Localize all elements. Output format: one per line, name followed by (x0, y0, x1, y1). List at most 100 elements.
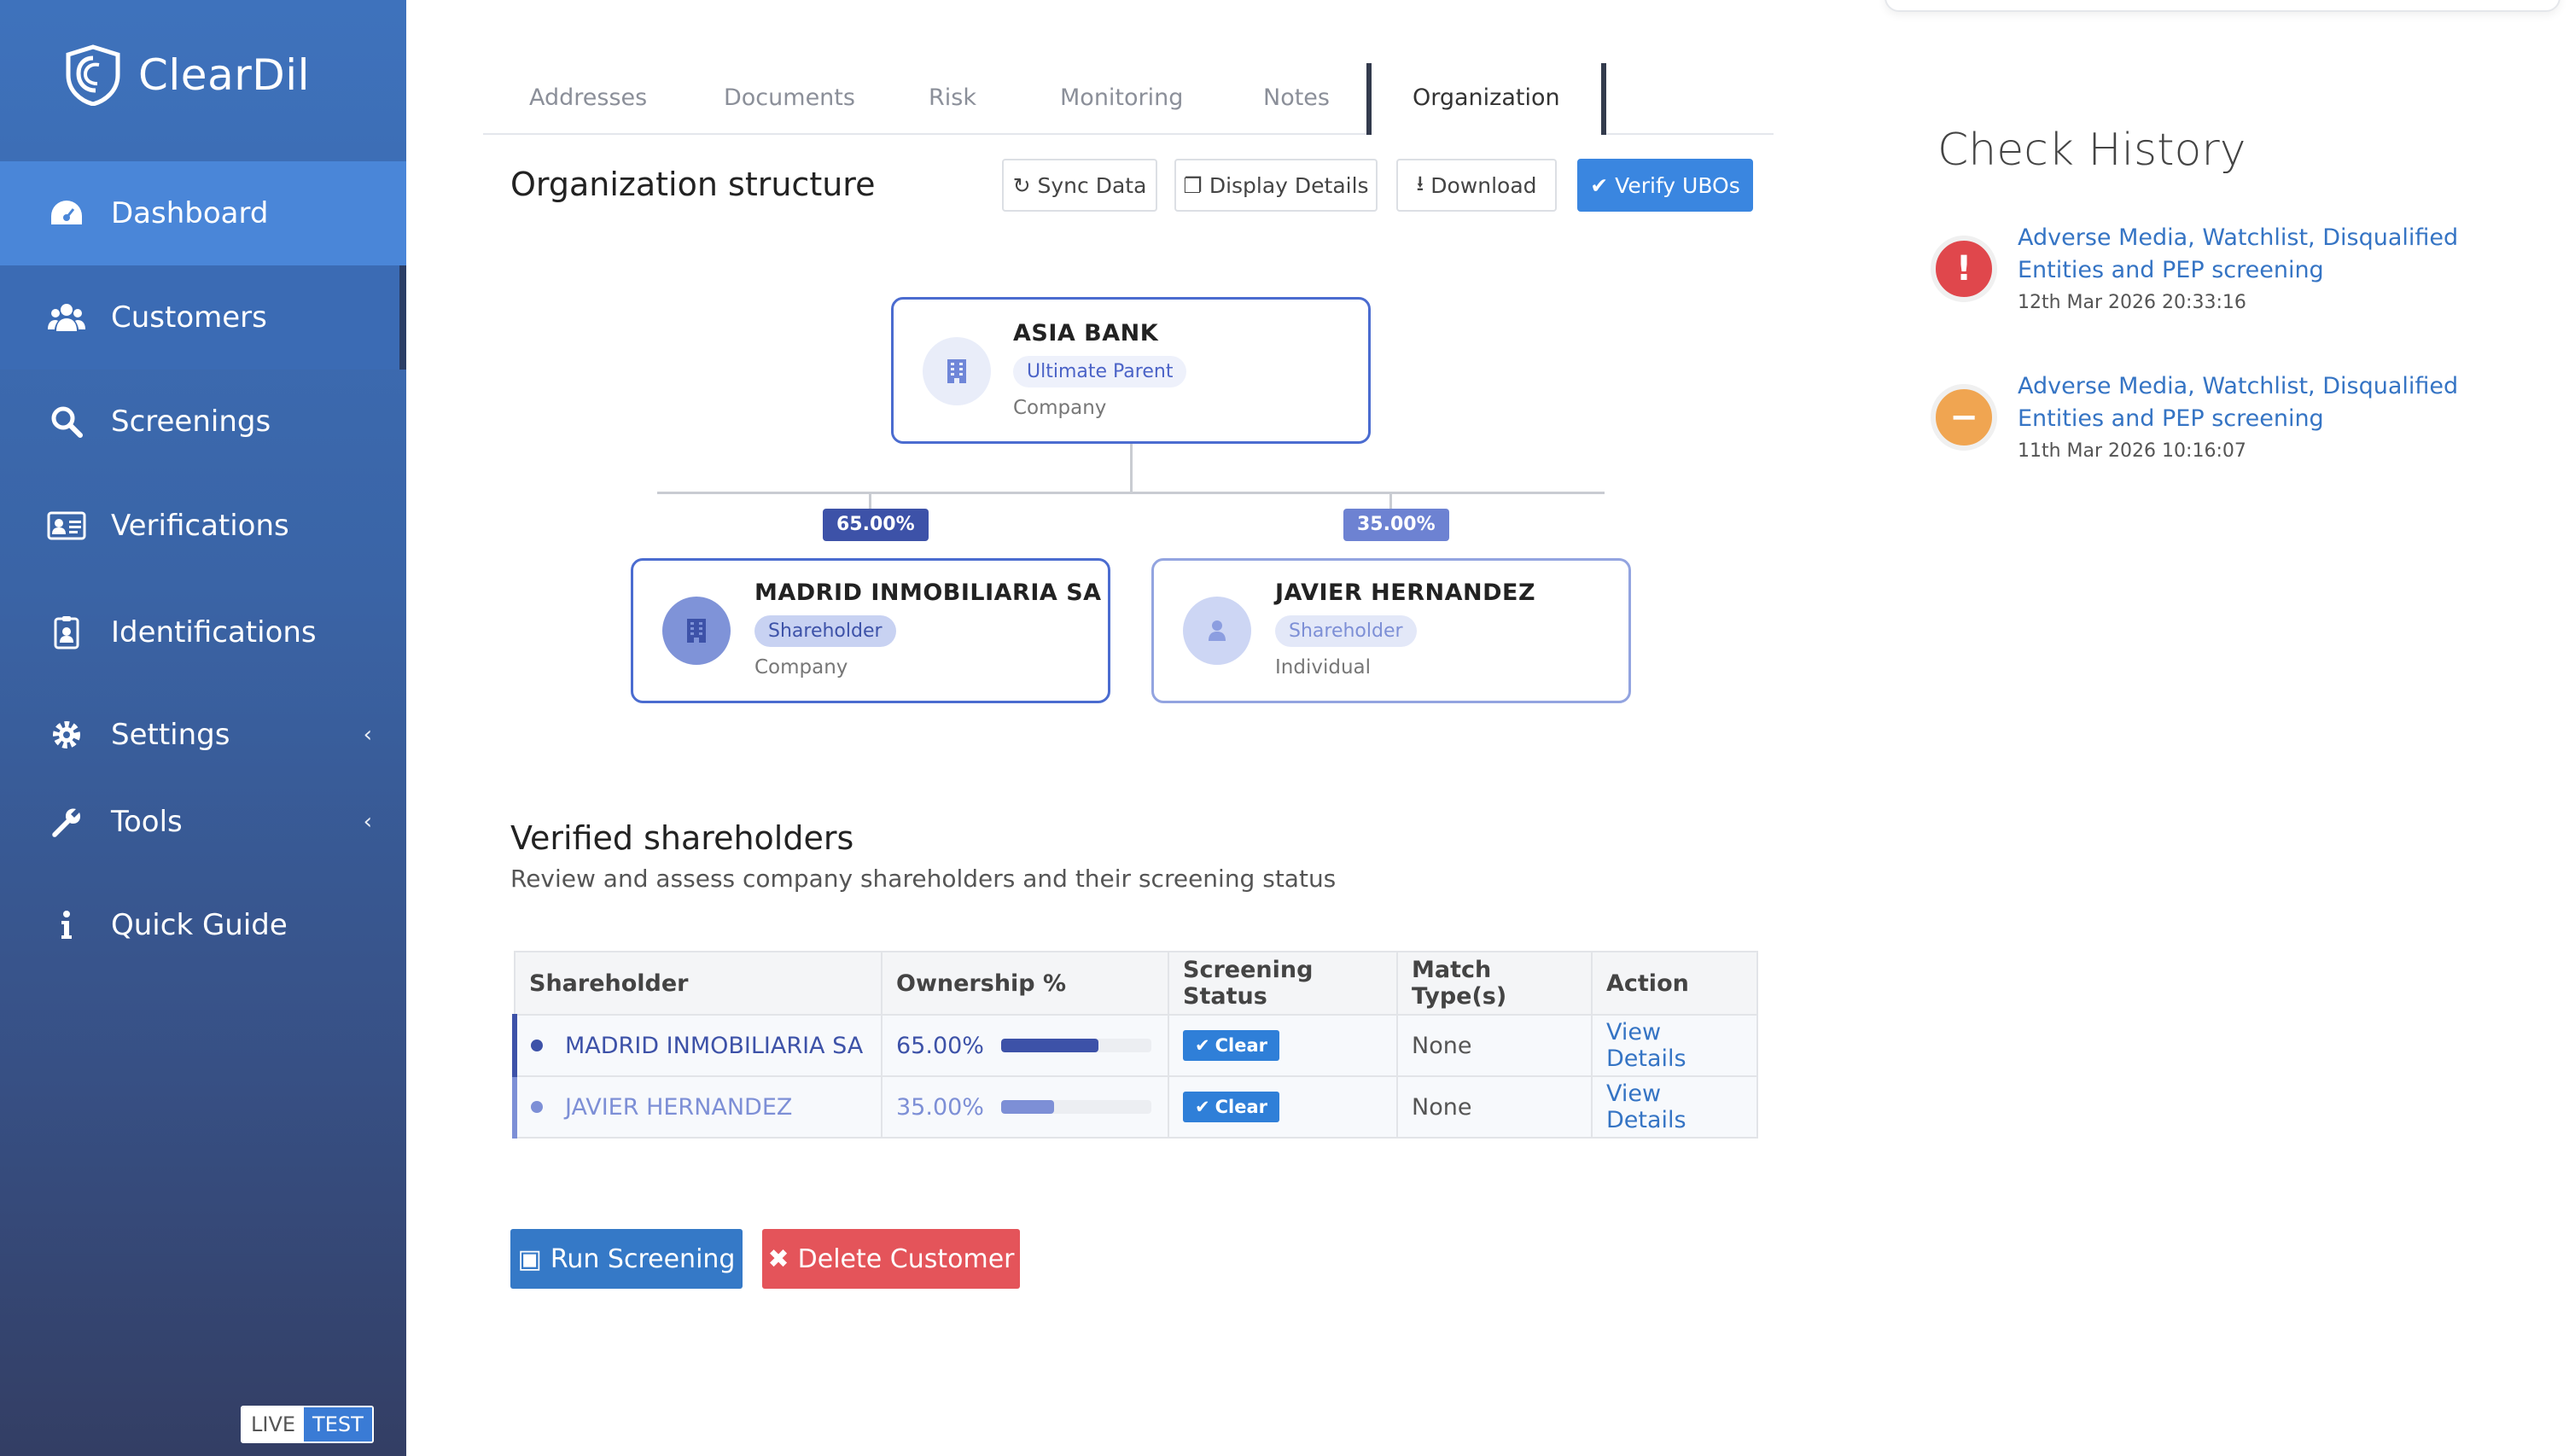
sidebar-item-label: Screenings (111, 405, 271, 439)
sidebar-item-screenings[interactable]: Screenings (0, 370, 406, 474)
alert-icon: ! (1931, 236, 1997, 302)
wrench-icon (41, 806, 92, 838)
sync-data-label: Sync Data (1037, 172, 1147, 198)
status-cell: ✔ Clear (1168, 1075, 1398, 1139)
display-details-label: Display Details (1209, 172, 1369, 198)
sidebar-item-label: Quick Guide (111, 908, 288, 942)
sidebar-item-label: Verifications (111, 509, 289, 543)
display-details-button[interactable]: ❐ Display Details (1174, 159, 1378, 212)
tab-organization[interactable]: Organization (1366, 63, 1606, 135)
refresh-icon: ↻ (1012, 172, 1031, 198)
ownership-cell: 65.00% (881, 1014, 1169, 1077)
download-label: Download (1430, 172, 1537, 198)
badge-icon (41, 615, 92, 649)
sidebar-item-label: Dashboard (111, 196, 269, 230)
building-icon (662, 597, 731, 665)
check-circle-icon: ✔ (1590, 172, 1609, 198)
download-button[interactable]: ⭳ Download (1396, 159, 1557, 212)
verify-ubos-label: Verify UBOs (1615, 172, 1740, 198)
id-card-icon (41, 511, 92, 540)
chevron-left-icon: ‹ (363, 809, 372, 835)
dashboard-icon (41, 199, 92, 228)
role-badge: Shareholder (1275, 615, 1417, 647)
series-dot (531, 1040, 543, 1051)
play-square-icon: ▣ (517, 1243, 542, 1274)
role-badge: Ultimate Parent (1013, 356, 1187, 387)
sidebar-item-customers[interactable]: Customers (0, 265, 406, 370)
sidebar-item-quick-guide[interactable]: Quick Guide (0, 873, 406, 977)
brand-logo[interactable]: ClearDil (65, 43, 310, 108)
run-screening-button[interactable]: ▣ Run Screening (510, 1229, 743, 1289)
match-type-cell: None (1396, 1075, 1593, 1139)
ownership-badge: 65.00% (823, 509, 929, 541)
view-details-link[interactable]: View Details (1606, 1019, 1686, 1072)
copy-icon: ❐ (1183, 172, 1203, 198)
customer-tabs: Addresses Documents Risk Monitoring Note… (483, 63, 1774, 135)
org-card-parent[interactable]: ASIA BANK Ultimate Parent Company (891, 297, 1371, 444)
tab-documents[interactable]: Documents (724, 63, 855, 133)
column-header: Shareholder (514, 951, 883, 1016)
ownership-badge: 35.00% (1343, 509, 1449, 541)
delete-customer-button[interactable]: ✖ Delete Customer (762, 1229, 1020, 1289)
verified-shareholders-subtitle: Review and assess company shareholders a… (510, 865, 1337, 893)
sidebar-item-tools[interactable]: Tools ‹ (0, 770, 406, 874)
tab-notes[interactable]: Notes (1263, 63, 1330, 133)
column-header: Action (1591, 951, 1758, 1016)
sidebar-item-verifications[interactable]: Verifications (0, 474, 406, 578)
history-item-date: 11th Mar 2026 10:16:07 (2018, 440, 2246, 462)
sidebar-item-dashboard[interactable]: Dashboard (0, 161, 406, 265)
ownership-value: 35.00% (896, 1093, 984, 1121)
table-row: MADRID INMOBILIARIA SA 65.00% ✔ Clear Non… (512, 1014, 1758, 1077)
environment-toggle[interactable]: LIVE TEST (241, 1406, 374, 1443)
tab-monitoring[interactable]: Monitoring (1060, 63, 1183, 133)
action-cell: View Details (1591, 1014, 1758, 1077)
sidebar-item-identifications[interactable]: Identifications (0, 580, 406, 684)
org-card-shareholder[interactable]: MADRID INMOBILIARIA SA Shareholder Compa… (631, 558, 1110, 703)
view-details-link[interactable]: View Details (1606, 1080, 1686, 1133)
shareholder-name[interactable]: JAVIER HERNANDEZ (565, 1094, 792, 1121)
info-icon (41, 910, 92, 941)
verified-shareholders-title: Verified shareholders (510, 819, 854, 857)
ownership-bar (1000, 1100, 1151, 1114)
ownership-bar-fill (1000, 1100, 1054, 1114)
sidebar-item-label: Settings (111, 718, 230, 752)
org-card-shareholder[interactable]: JAVIER HERNANDEZ Shareholder Individual (1151, 558, 1631, 703)
shareholder-name[interactable]: MADRID INMOBILIARIA SA (565, 1033, 863, 1059)
role-badge: Shareholder (754, 615, 896, 647)
sidebar: ClearDil Dashboard Customers Screenings … (0, 0, 406, 1456)
close-icon: ✖ (767, 1243, 789, 1274)
org-type: Company (1013, 397, 1107, 419)
check-icon: ✔ (1195, 1097, 1210, 1117)
env-live-option[interactable]: LIVE (242, 1407, 305, 1441)
column-header: Match Type(s) (1396, 951, 1593, 1016)
tab-addresses[interactable]: Addresses (529, 63, 647, 133)
org-structure-title: Organization structure (510, 166, 876, 203)
tree-connector (657, 492, 1605, 494)
delete-customer-label: Delete Customer (797, 1243, 1015, 1274)
history-item-date: 12th Mar 2026 20:33:16 (2018, 292, 2246, 313)
status-label: Clear (1215, 1035, 1267, 1056)
org-type: Individual (1275, 656, 1372, 678)
brand-name: ClearDil (138, 50, 311, 100)
status-badge: ✔ Clear (1183, 1030, 1279, 1061)
env-test-option[interactable]: TEST (304, 1407, 372, 1441)
shareholder-cell: MADRID INMOBILIARIA SA (512, 1014, 883, 1077)
building-icon (923, 337, 991, 405)
sidebar-item-label: Identifications (111, 615, 317, 649)
shareholder-cell: JAVIER HERNANDEZ (512, 1075, 883, 1139)
org-name: MADRID INMOBILIARIA SA (754, 579, 1102, 606)
gear-icon (41, 719, 92, 751)
tab-risk[interactable]: Risk (929, 63, 976, 133)
column-header: Ownership % (881, 951, 1169, 1016)
verify-ubos-button[interactable]: ✔ Verify UBOs (1577, 159, 1753, 212)
sidebar-item-label: Tools (111, 805, 183, 839)
ownership-bar-fill (1000, 1039, 1099, 1052)
history-item-link[interactable]: Adverse Media, Watchlist, Disqualified E… (2018, 222, 2461, 287)
check-history-title: Check History (1937, 125, 2246, 176)
status-cell: ✔ Clear (1168, 1014, 1398, 1077)
person-icon (1183, 597, 1251, 665)
sync-data-button[interactable]: ↻ Sync Data (1002, 159, 1157, 212)
history-item-link[interactable]: Adverse Media, Watchlist, Disqualified E… (2018, 370, 2461, 435)
ownership-value: 65.00% (896, 1032, 984, 1059)
status-badge: ✔ Clear (1183, 1092, 1279, 1122)
